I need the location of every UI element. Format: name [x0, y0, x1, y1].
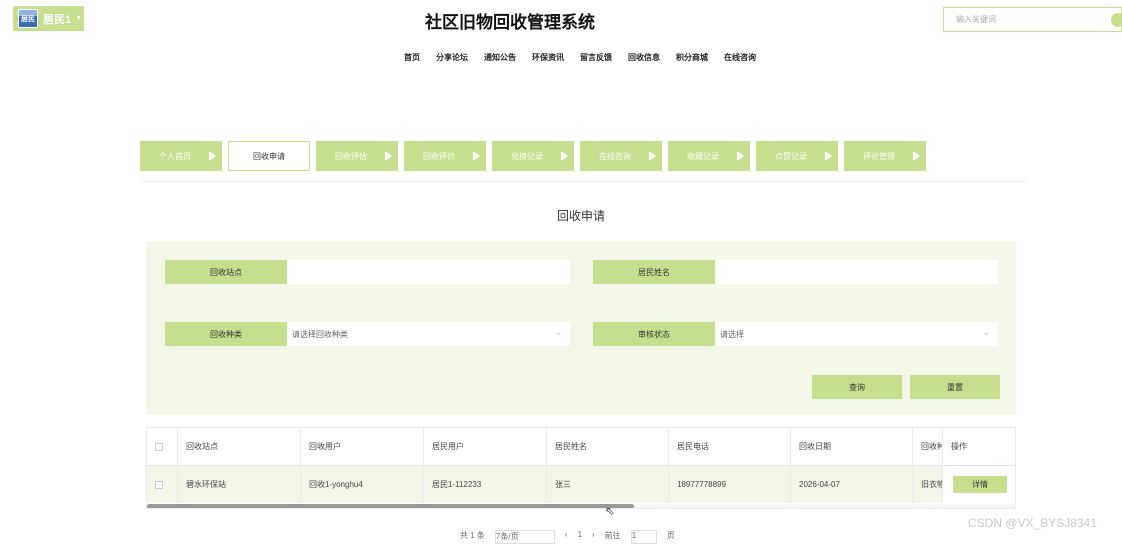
chevron-down-icon: ⌄ — [982, 327, 990, 337]
nav-home[interactable]: 首页 — [404, 52, 420, 63]
tab-recycle-apply[interactable]: 回收申请 — [228, 141, 310, 171]
detail-button[interactable]: 详情 — [953, 476, 1007, 493]
tabs-divider — [140, 181, 1028, 182]
category-select[interactable]: 请选择回收种类 ⌄ — [287, 322, 570, 346]
play-arrow-icon — [913, 151, 920, 161]
category-filter: 回收种类 请选择回收种类 ⌄ — [165, 322, 570, 346]
row-checkbox-cell — [147, 466, 178, 503]
page-unit: 页 — [666, 531, 675, 540]
col-resident-name: 居民姓名 — [547, 428, 669, 465]
play-arrow-icon — [825, 151, 832, 161]
table-row: 碧水环保站 回收1-yonghu4 居民1-112233 张三 18977778… — [147, 465, 1015, 503]
category-placeholder: 请选择回收种类 — [292, 329, 348, 339]
goto-page-input[interactable]: 1 — [630, 530, 657, 544]
play-arrow-icon — [473, 151, 480, 161]
pager-total: 共 1 条 — [460, 531, 485, 540]
nav-news[interactable]: 环保资讯 — [532, 52, 564, 63]
cell-operation: 详情 — [942, 466, 1015, 503]
page-title: 回收申请 — [556, 209, 605, 223]
col-operation: 操作 — [942, 428, 1015, 465]
select-all-checkbox[interactable] — [155, 442, 163, 451]
search-input[interactable]: 输入关键词 — [943, 7, 1122, 32]
pagination: 共 1 条 7条/页 ‹ 1 › 前往 1 页 — [460, 530, 675, 544]
station-filter: 回收站点 — [165, 260, 570, 284]
station-input[interactable] — [287, 260, 570, 284]
cell-recycle-date: 2026-04-07 — [791, 466, 913, 503]
next-page-icon[interactable]: › — [592, 530, 595, 539]
recycle-apply-table: 回收站点 回收用户 居民用户 居民姓名 居民电话 回收日期 回收种 操作 碧水环… — [146, 427, 1016, 509]
resident-name-filter: 居民姓名 — [593, 260, 998, 284]
play-arrow-icon — [209, 151, 216, 161]
col-resident-phone: 居民电话 — [669, 428, 791, 465]
search-icon[interactable] — [1111, 13, 1122, 27]
station-label: 回收站点 — [165, 260, 287, 284]
resident-name-label: 居民姓名 — [593, 260, 715, 284]
cell-resident-name: 张三 — [547, 466, 669, 503]
goto-label: 前往 — [604, 531, 621, 540]
tab-online-consult[interactable]: 在线咨询 — [580, 141, 662, 171]
play-arrow-icon — [561, 151, 568, 161]
query-button[interactable]: 查询 — [812, 375, 902, 399]
col-resident-user: 居民用户 — [424, 428, 547, 465]
search-placeholder: 输入关键词 — [956, 15, 996, 24]
chevron-down-icon: ⌄ — [554, 327, 562, 337]
scrollbar-thumb[interactable] — [147, 504, 635, 508]
col-station: 回收站点 — [178, 428, 301, 465]
cell-recycle-user: 回收1-yonghu4 — [301, 466, 424, 503]
play-arrow-icon — [385, 151, 392, 161]
status-select[interactable]: 请选择 ⌄ — [715, 322, 998, 346]
mouse-cursor-icon: ⇖ — [605, 504, 616, 518]
page-size-select[interactable]: 7条/页 — [494, 530, 555, 544]
play-arrow-icon — [737, 151, 744, 161]
horizontal-scrollbar[interactable] — [147, 504, 1015, 508]
col-recycle-date: 回收日期 — [791, 428, 913, 465]
nav-recycle-info[interactable]: 回收信息 — [628, 52, 660, 63]
tab-personal-home[interactable]: 个人首页 — [140, 141, 222, 171]
header-checkbox-cell — [147, 428, 178, 465]
tab-favorites[interactable]: 收藏记录 — [668, 141, 750, 171]
center-tabs: 个人首页 回收申请 回收评估 回收评价 兑换记录 在线咨询 收藏记录 点赞记录 … — [140, 141, 926, 171]
resident-name-input[interactable] — [715, 260, 998, 284]
col-recycle-user: 回收用户 — [301, 428, 424, 465]
tab-exchange-record[interactable]: 兑换记录 — [492, 141, 574, 171]
prev-page-icon[interactable]: ‹ — [565, 530, 568, 539]
nav-feedback[interactable]: 留言反馈 — [580, 52, 612, 63]
cell-resident-phone: 18977778899 — [669, 466, 791, 503]
site-title: 社区旧物回收管理系统 — [425, 13, 595, 32]
nav-points-mall[interactable]: 积分商城 — [676, 52, 708, 63]
status-label: 审核状态 — [593, 322, 715, 346]
page-number[interactable]: 1 — [578, 530, 582, 539]
row-checkbox[interactable] — [155, 480, 163, 489]
play-arrow-icon — [649, 151, 656, 161]
tab-recycle-review[interactable]: 回收评价 — [404, 141, 486, 171]
category-label: 回收种类 — [165, 322, 287, 346]
status-filter: 审核状态 请选择 ⌄ — [593, 322, 998, 346]
nav-notice[interactable]: 通知公告 — [484, 52, 516, 63]
cell-resident-user: 居民1-112233 — [424, 466, 547, 503]
status-placeholder: 请选择 — [720, 329, 744, 339]
tab-recycle-assess[interactable]: 回收评估 — [316, 141, 398, 171]
table-header: 回收站点 回收用户 居民用户 居民姓名 居民电话 回收日期 回收种 操作 — [147, 428, 1015, 465]
reset-button[interactable]: 重置 — [910, 375, 1000, 399]
top-nav: 首页 分享论坛 通知公告 环保资讯 留言反馈 回收信息 积分商城 在线咨询 — [0, 52, 1122, 63]
nav-forum[interactable]: 分享论坛 — [436, 52, 468, 63]
cell-station: 碧水环保站 — [178, 466, 301, 503]
tab-comments[interactable]: 评论管理 — [844, 141, 926, 171]
nav-consult[interactable]: 在线咨询 — [724, 52, 756, 63]
watermark: CSDN @VX_BYSJ8341 — [968, 516, 1097, 530]
tab-likes[interactable]: 点赞记录 — [756, 141, 838, 171]
